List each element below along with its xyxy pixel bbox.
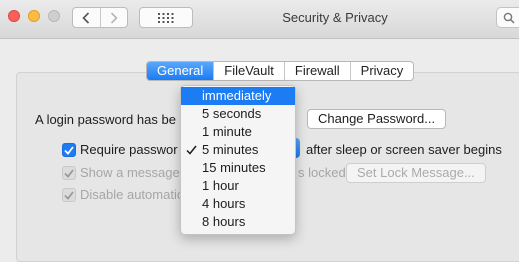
tab-privacy[interactable]: Privacy — [349, 62, 414, 80]
menu-item-15-minutes[interactable]: 15 minutes — [181, 159, 295, 177]
minimize-window-button[interactable] — [28, 10, 40, 22]
search-field[interactable] — [496, 7, 519, 28]
disable-auto-login-checkbox[interactable] — [62, 188, 76, 202]
disable-auto-login-label: Disable automatic — [80, 187, 184, 202]
close-window-button[interactable] — [8, 10, 20, 22]
menu-item-label: 8 hours — [202, 214, 246, 229]
menu-item-5-minutes[interactable]: 5 minutes — [181, 141, 295, 159]
require-password-suffix: after sleep or screen saver begins — [306, 142, 502, 157]
back-button[interactable] — [73, 8, 100, 27]
menu-item-immediately[interactable]: immediately — [181, 87, 295, 105]
show-message-label: Show a message — [80, 165, 180, 180]
set-lock-message-button[interactable]: Set Lock Message... — [346, 163, 486, 183]
menu-item-label: immediately — [202, 88, 272, 103]
search-icon — [503, 12, 515, 24]
require-password-label: Require passwor — [80, 142, 178, 157]
checkmark-icon — [186, 145, 197, 155]
require-password-checkbox[interactable] — [62, 143, 76, 157]
login-password-text: A login password has be — [35, 112, 176, 127]
show-all-button[interactable] — [139, 7, 193, 28]
menu-item-8-hours[interactable]: 8 hours — [181, 213, 295, 231]
password-delay-menu: immediately 5 seconds 1 minute 5 minutes… — [180, 85, 296, 235]
menu-item-label: 4 hours — [202, 196, 246, 211]
tab-general[interactable]: General — [147, 62, 214, 80]
tab-bar: General FileVault Firewall Privacy — [146, 61, 415, 81]
show-message-suffix: s locked — [298, 165, 346, 180]
navigation-buttons — [72, 7, 128, 28]
menu-item-label: 5 minutes — [202, 142, 259, 157]
tab-firewall[interactable]: Firewall — [283, 62, 350, 80]
menu-item-label: 5 seconds — [202, 106, 262, 121]
checkmark-icon — [64, 145, 74, 155]
grid-icon — [158, 12, 174, 23]
menu-item-label: 1 minute — [202, 124, 252, 139]
zoom-window-button[interactable] — [48, 10, 60, 22]
change-password-button[interactable]: Change Password... — [307, 109, 447, 129]
chevron-right-icon — [110, 11, 118, 24]
menu-item-1-minute[interactable]: 1 minute — [181, 123, 295, 141]
checkmark-icon — [64, 168, 74, 178]
menu-item-label: 1 hour — [202, 178, 239, 193]
chevron-left-icon — [82, 11, 90, 24]
window-title: Security & Privacy — [282, 10, 388, 25]
title-bar: Security & Privacy — [0, 0, 519, 39]
forward-button[interactable] — [99, 8, 128, 27]
tab-filevault[interactable]: FileVault — [213, 62, 284, 80]
show-message-checkbox[interactable] — [62, 166, 76, 180]
checkmark-icon — [64, 190, 74, 200]
menu-item-label: 15 minutes — [202, 160, 266, 175]
menu-item-5-seconds[interactable]: 5 seconds — [181, 105, 295, 123]
menu-item-1-hour[interactable]: 1 hour — [181, 177, 295, 195]
menu-item-4-hours[interactable]: 4 hours — [181, 195, 295, 213]
